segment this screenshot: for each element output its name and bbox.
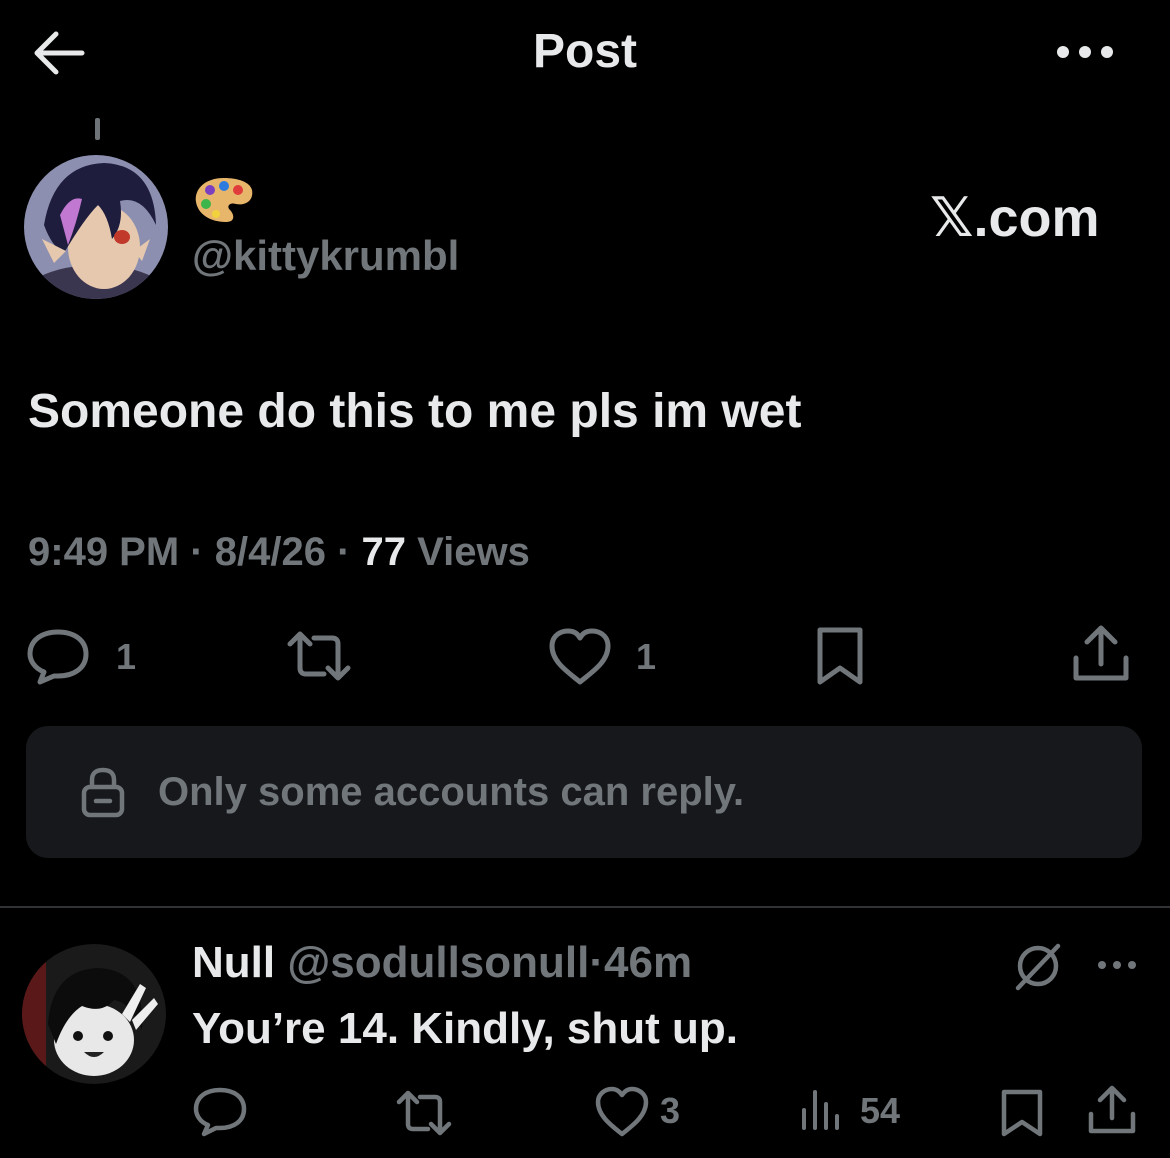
reply-icon[interactable] xyxy=(192,1086,248,1138)
thread-connector xyxy=(95,118,100,140)
meta-separator: · xyxy=(190,530,204,574)
reply-header: Null @sodullsonull·46m xyxy=(192,938,692,988)
reply-restriction-text: Only some accounts can reply. xyxy=(158,770,745,814)
divider xyxy=(0,906,1170,908)
post-time: 9:49 PM xyxy=(28,530,180,574)
reply-author-name[interactable]: Null xyxy=(192,938,275,987)
avatar[interactable] xyxy=(24,155,168,299)
views-count: 77 xyxy=(361,530,407,574)
like-icon[interactable] xyxy=(548,628,612,686)
author-handle[interactable]: @kittykrumbl xyxy=(192,232,459,280)
post-text: Someone do this to me pls im wet xyxy=(28,385,802,438)
grok-icon[interactable] xyxy=(1012,940,1064,992)
post-date[interactable]: 8/4/26 xyxy=(215,530,326,574)
meta-separator: · xyxy=(337,530,351,574)
page-title: Post xyxy=(532,25,637,78)
bookmark-icon[interactable] xyxy=(998,1088,1046,1138)
reply-icon[interactable] xyxy=(26,628,90,688)
retweet-icon[interactable] xyxy=(284,628,354,684)
like-count: 1 xyxy=(636,636,657,677)
meta-separator: · xyxy=(589,938,605,987)
lock-icon xyxy=(80,766,126,818)
share-icon[interactable] xyxy=(1070,624,1132,684)
reply-text: You’re 14. Kindly, shut up. xyxy=(192,1004,738,1053)
reply-time[interactable]: 46m xyxy=(604,938,692,987)
views-label: Views xyxy=(417,530,530,574)
reply-count: 1 xyxy=(116,636,137,677)
views-count: 54 xyxy=(860,1090,901,1131)
more-icon[interactable] xyxy=(1054,40,1116,64)
palette-icon xyxy=(192,176,256,224)
bookmark-icon[interactable] xyxy=(812,626,868,686)
reply-avatar[interactable] xyxy=(22,944,166,1084)
post-meta: 9:49 PM · 8/4/26 · 77 Views xyxy=(28,530,530,575)
more-icon[interactable] xyxy=(1096,958,1138,972)
reply-author-handle[interactable]: @sodullsonull xyxy=(287,938,589,987)
share-icon[interactable] xyxy=(1086,1084,1138,1136)
x-watermark: 𝕏.com xyxy=(930,188,1100,248)
like-icon[interactable] xyxy=(594,1086,650,1138)
retweet-icon[interactable] xyxy=(394,1088,454,1138)
views-icon[interactable] xyxy=(800,1088,842,1132)
like-count: 3 xyxy=(660,1090,681,1131)
